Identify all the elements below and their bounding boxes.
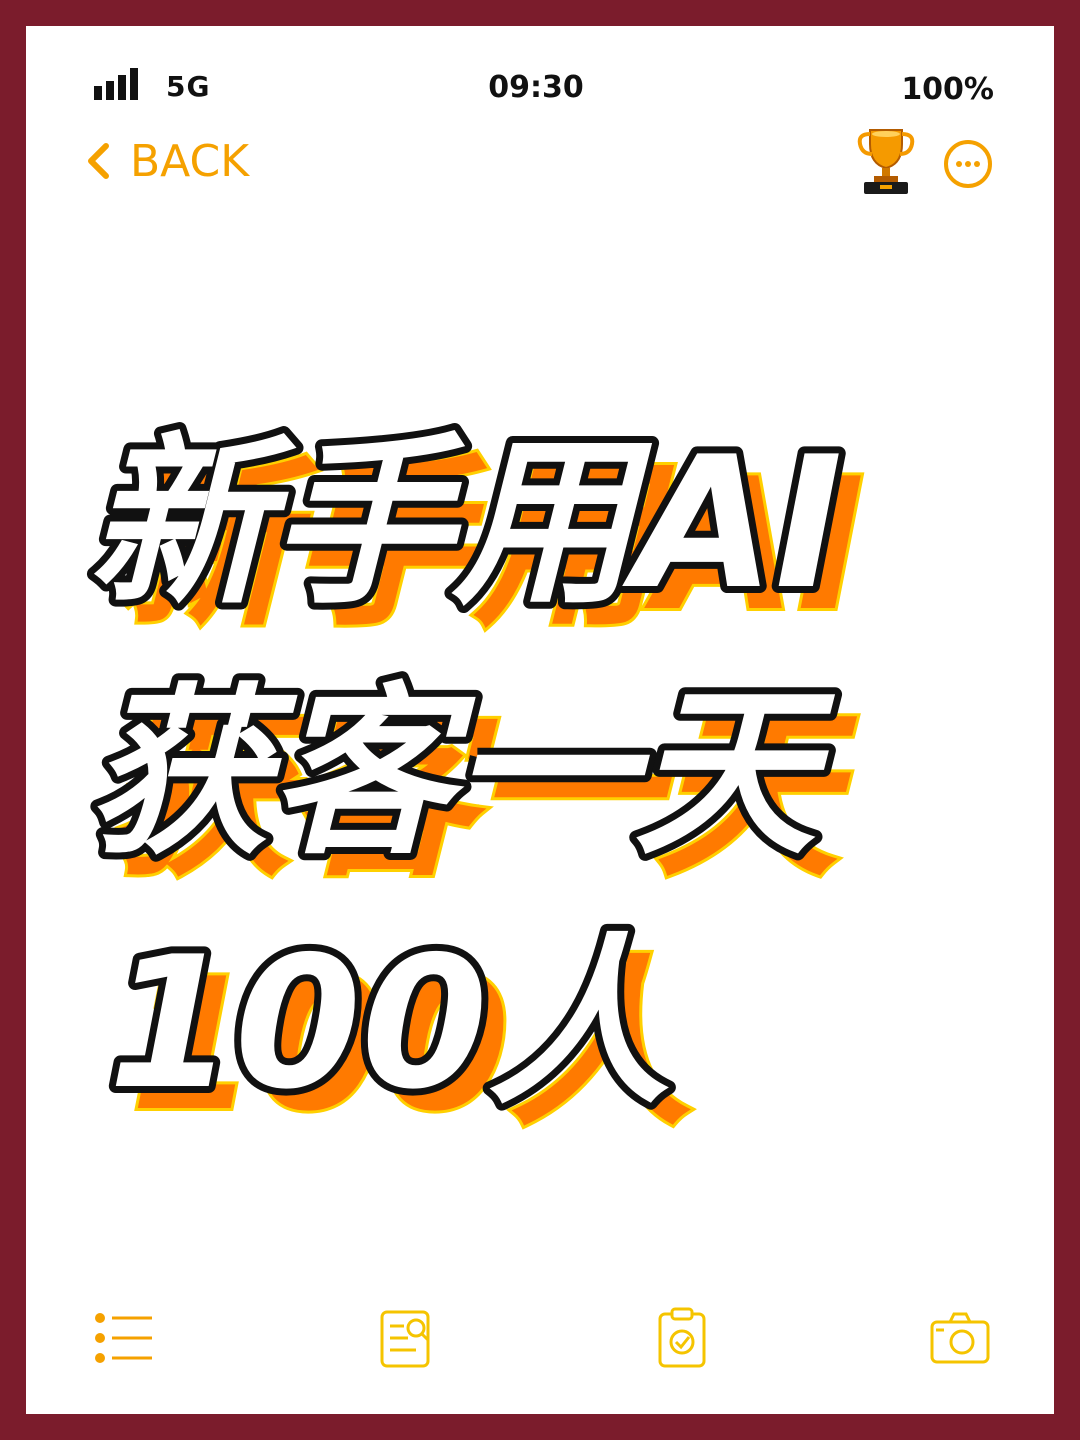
- back-button[interactable]: BACK: [86, 135, 250, 187]
- chevron-left-icon: [86, 142, 110, 180]
- report-search-icon: [380, 1310, 430, 1368]
- network-type: 5G: [166, 70, 211, 103]
- headline: 新手用AI 新手用AI 获客一天 获客一天 100人 100人: [81, 386, 1028, 1154]
- list-icon: [95, 1313, 152, 1363]
- trophy-icon[interactable]: [856, 124, 916, 196]
- more-options-button[interactable]: [942, 138, 994, 190]
- camera-icon: [930, 1312, 990, 1364]
- battery-level: 100%: [901, 72, 994, 107]
- list-button[interactable]: [92, 1306, 156, 1370]
- back-label: BACK: [130, 135, 250, 187]
- app-frame: 5G 09:30 100% BACK 新手用AI 新手用AI 获客一天 获客一天…: [0, 0, 1080, 1440]
- camera-button[interactable]: [928, 1306, 992, 1370]
- phone-screen: 5G 09:30 100% BACK 新手用AI 新手用AI 获客一天 获客一天…: [26, 26, 1054, 1414]
- headline-line2: 获客一天: [88, 667, 836, 879]
- status-bar: 5G 09:30 100%: [26, 26, 1054, 136]
- headline-line3: 100人: [108, 917, 670, 1129]
- clipboard-check-icon: [658, 1307, 706, 1368]
- clipboard-check-button[interactable]: [652, 1306, 716, 1370]
- more-dots-icon: [944, 140, 992, 188]
- signal-strength-icon: [94, 68, 138, 100]
- bottom-toolbar: [26, 1306, 1054, 1376]
- headline-line1: 新手用AI: [88, 417, 843, 629]
- report-search-button[interactable]: [376, 1306, 440, 1370]
- status-time: 09:30: [488, 70, 584, 105]
